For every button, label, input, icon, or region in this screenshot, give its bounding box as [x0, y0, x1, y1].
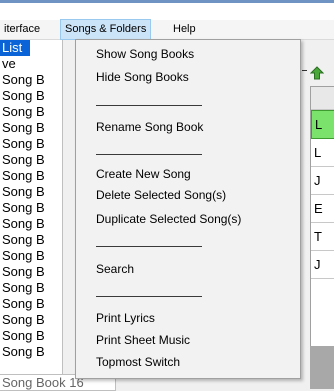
list-item[interactable]: Song B [0, 72, 62, 88]
menu-item-duplicate-selected-songs[interactable]: Duplicate Selected Song(s) [96, 211, 241, 227]
table-row[interactable]: L [311, 110, 334, 139]
title-accent-bar [0, 0, 334, 3]
toolbar-separator [302, 70, 307, 71]
menu-separator [96, 154, 202, 155]
list-item[interactable]: Song B [0, 264, 62, 280]
list-item[interactable]: Song B [0, 88, 62, 104]
list-item[interactable]: Song B [0, 248, 62, 264]
list-item[interactable]: List [0, 40, 30, 56]
list-item[interactable]: Song B [0, 104, 62, 120]
menu-item-topmost-switch[interactable]: Topmost Switch [96, 354, 180, 370]
menu-songs-folders[interactable]: Songs & Folders [60, 19, 152, 40]
menu-item-show-song-books[interactable]: Show Song Books [96, 46, 194, 62]
list-item[interactable]: Song B [0, 344, 62, 360]
menu-item-print-lyrics[interactable]: Print Lyrics [96, 310, 155, 326]
list-item[interactable]: Song B [0, 328, 62, 344]
grid-empty-area [310, 346, 334, 389]
songs-folders-dropdown-menu: Show Song Books Hide Song Books Rename S… [75, 39, 301, 379]
menu-item-delete-selected-songs[interactable]: Delete Selected Song(s) [96, 187, 226, 203]
song-grid: L L J E T J [310, 86, 334, 347]
menu-separator [96, 246, 202, 247]
table-row[interactable]: J [311, 251, 334, 279]
list-item[interactable]: Song B [0, 120, 62, 136]
song-table-area: L L J E T J [300, 40, 334, 389]
list-item[interactable]: Song B [0, 312, 62, 328]
menu-item-search[interactable]: Search [96, 261, 134, 277]
menu-bar: iterface Songs & Folders Help [0, 19, 334, 40]
list-item[interactable]: ve [0, 56, 62, 72]
list-item[interactable]: Song B [0, 280, 62, 296]
menu-separator [96, 105, 202, 106]
window-title-strip [0, 0, 334, 20]
move-up-icon[interactable] [310, 66, 324, 80]
list-item[interactable]: Song B [0, 136, 62, 152]
menu-item-hide-song-books[interactable]: Hide Song Books [96, 69, 189, 85]
list-item[interactable]: Song B [0, 200, 62, 216]
table-row[interactable]: J [311, 167, 334, 195]
menu-item-create-new-song[interactable]: Create New Song [96, 166, 191, 182]
list-item[interactable]: Song B [0, 216, 62, 232]
list-item[interactable]: Song B [0, 232, 62, 248]
menu-separator [96, 296, 202, 297]
table-row[interactable]: E [311, 195, 334, 223]
list-item[interactable]: Song B [0, 152, 62, 168]
grid-header [311, 87, 334, 110]
table-row[interactable]: T [311, 223, 334, 251]
menu-item-print-sheet-music[interactable]: Print Sheet Music [96, 332, 190, 348]
list-item[interactable]: Song B [0, 296, 62, 312]
menu-item-rename-song-book[interactable]: Rename Song Book [96, 119, 203, 135]
list-item[interactable]: Song B [0, 184, 62, 200]
menu-interface[interactable]: iterface [0, 20, 44, 39]
song-book-list[interactable]: List ve Song B Song B Song B Song B Song… [0, 40, 63, 389]
list-item[interactable]: Song B [0, 168, 62, 184]
menu-help[interactable]: Help [169, 20, 200, 39]
table-row[interactable]: L [311, 139, 334, 167]
